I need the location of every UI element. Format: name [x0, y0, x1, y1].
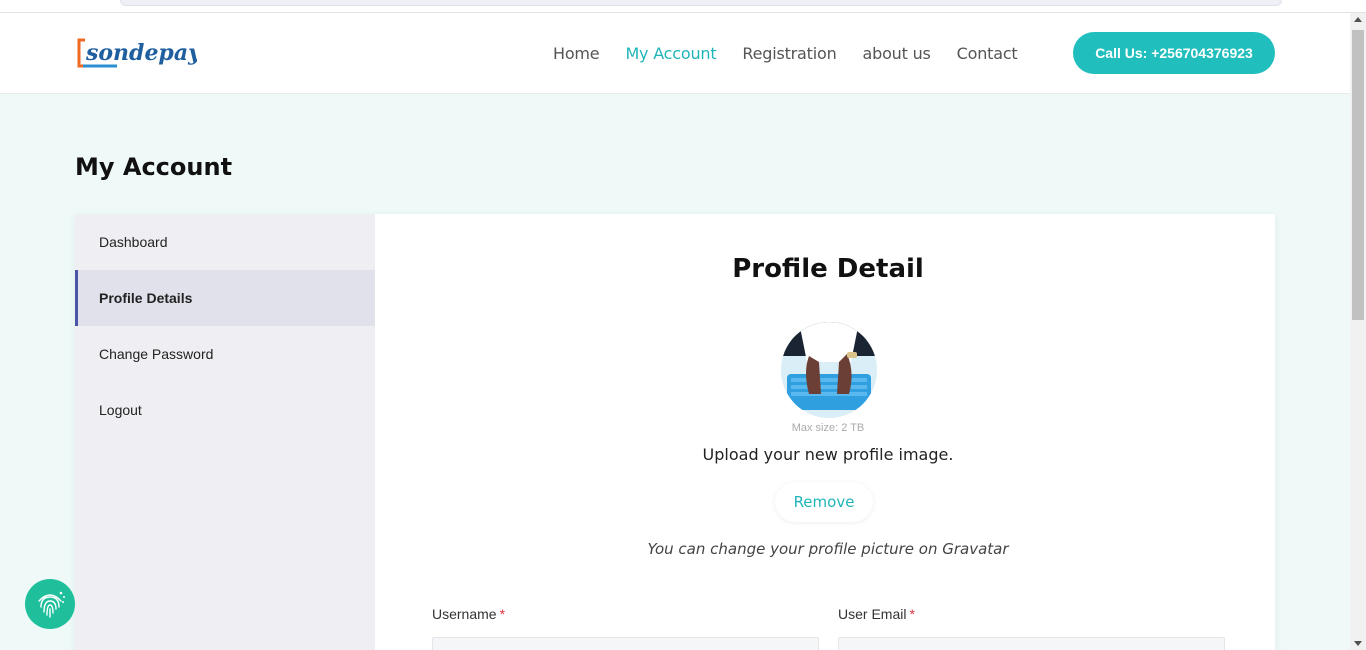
nav-my-account[interactable]: My Account	[625, 44, 716, 63]
sidebar-item-profile-details[interactable]: Profile Details	[75, 270, 375, 326]
scroll-up-icon[interactable]	[1354, 17, 1362, 22]
username-label: Username *	[432, 606, 505, 622]
address-bar[interactable]	[120, 0, 1282, 6]
profile-title: Profile Detail	[732, 254, 924, 284]
remove-photo-button[interactable]: Remove	[775, 482, 873, 522]
email-label: User Email *	[838, 606, 915, 622]
email-field[interactable]	[838, 637, 1225, 650]
sidebar-item-label: Change Password	[99, 346, 214, 362]
username-label-text: Username	[432, 606, 497, 622]
logo-text: sondepay	[85, 40, 197, 66]
nav-registration[interactable]: Registration	[742, 44, 836, 63]
username-field[interactable]	[432, 637, 819, 650]
max-size-note: Max size: 2 TB	[791, 422, 865, 434]
sondepay-logo[interactable]: sondepay	[77, 36, 197, 70]
site-header: sondepay Home My Account Registration ab…	[0, 13, 1350, 94]
sidebar-item-label: Profile Details	[99, 290, 193, 306]
avatar-photo-icon	[781, 322, 877, 418]
nav-about-us[interactable]: about us	[863, 44, 931, 63]
account-card: Dashboard Profile Details Change Passwor…	[75, 214, 1275, 650]
fingerprint-icon	[38, 591, 65, 618]
page-scrollbar[interactable]	[1350, 13, 1366, 650]
scrollbar-thumb[interactable]	[1352, 30, 1364, 320]
scroll-down-icon[interactable]	[1354, 641, 1362, 646]
sidebar-item-label: Dashboard	[99, 234, 168, 250]
nav-contact[interactable]: Contact	[957, 44, 1018, 63]
profile-panel: Profile Detail Max size: 2 TB Upload you…	[375, 214, 1275, 650]
fingerprint-accessibility-button[interactable]	[25, 579, 75, 629]
browser-address-strip	[0, 0, 1366, 13]
sidebar-item-label: Logout	[99, 402, 142, 418]
page-title: My Account	[75, 153, 233, 181]
upload-instruction: Upload your new profile image.	[702, 445, 954, 464]
sidebar-item-dashboard[interactable]: Dashboard	[75, 214, 375, 270]
main-nav: Home My Account Registration about us Co…	[540, 13, 1031, 94]
nav-home[interactable]: Home	[553, 44, 600, 63]
sidebar-item-logout[interactable]: Logout	[75, 382, 375, 438]
call-us-button[interactable]: Call Us: +256704376923	[1073, 32, 1275, 74]
account-sidebar: Dashboard Profile Details Change Passwor…	[75, 214, 375, 650]
sidebar-item-change-password[interactable]: Change Password	[75, 326, 375, 382]
email-label-text: User Email	[838, 606, 907, 622]
required-mark: *	[909, 606, 915, 622]
avatar[interactable]	[781, 322, 877, 418]
required-mark: *	[499, 606, 506, 622]
gravatar-note[interactable]: You can change your profile picture on G…	[375, 540, 1281, 558]
logo-mark-icon: sondepay	[77, 38, 197, 68]
